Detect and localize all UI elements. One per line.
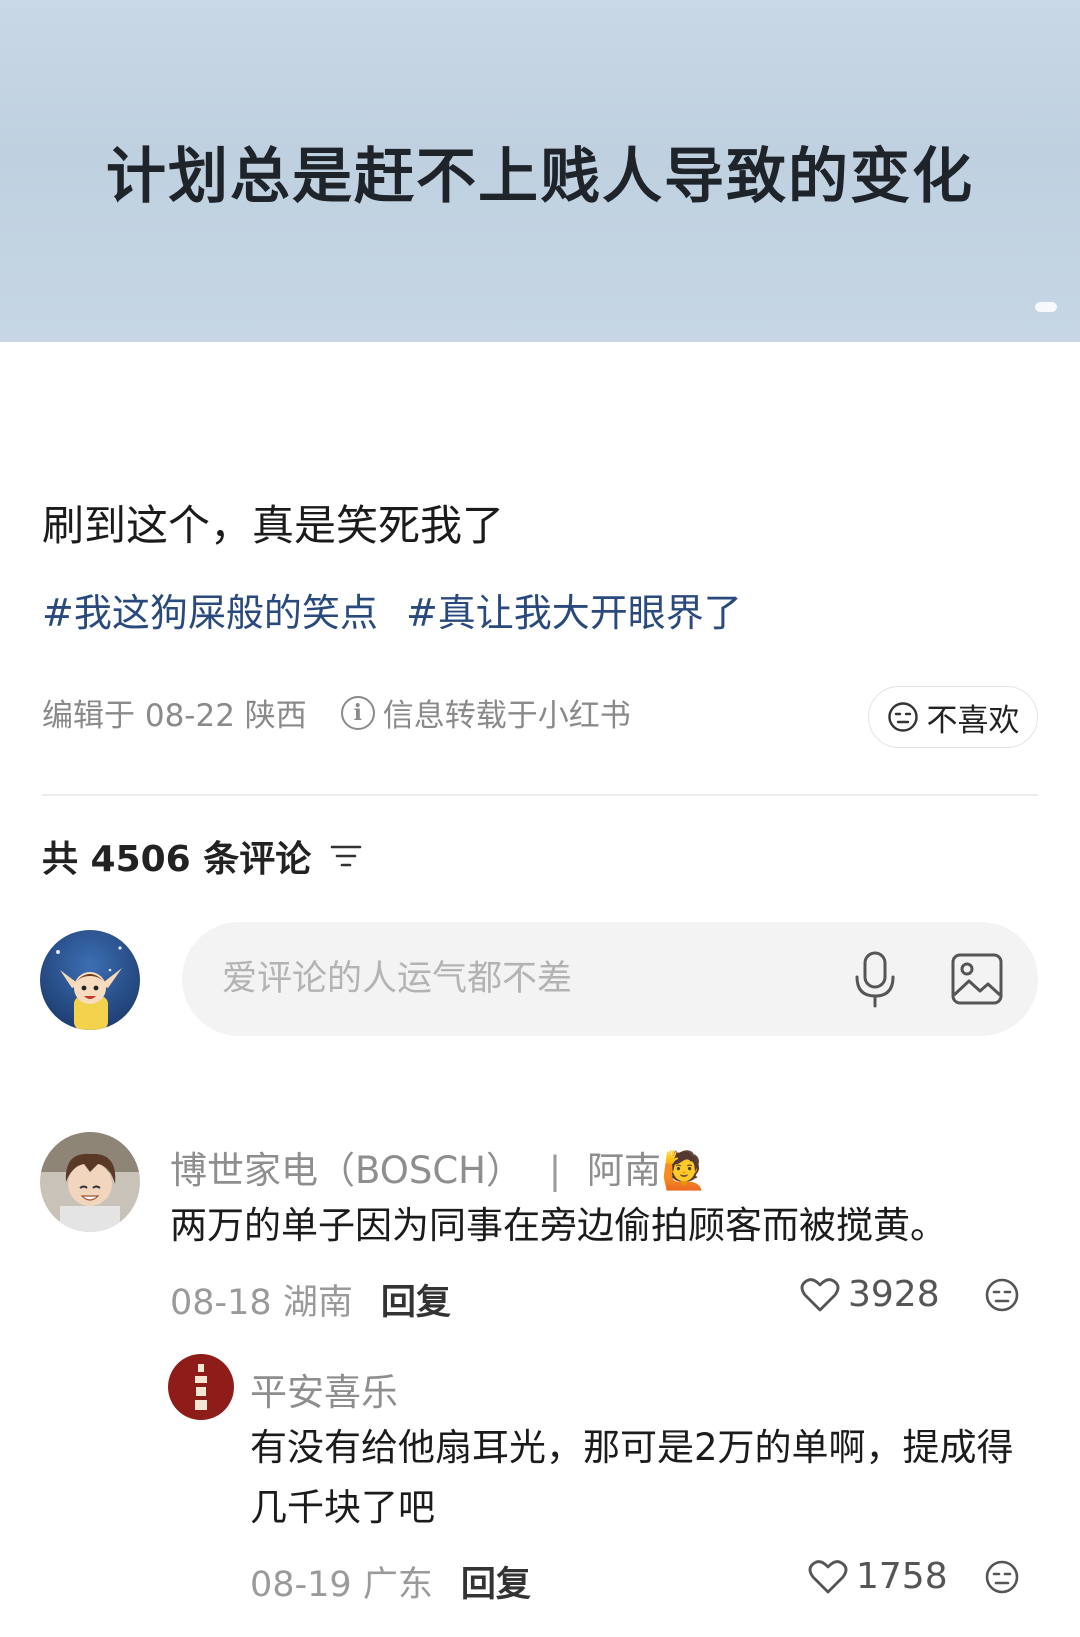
name-separator: |: [548, 1149, 562, 1192]
avatar-image: [40, 930, 140, 1030]
comment-date-location: 08-18 湖南: [170, 1283, 353, 1323]
reply-text: 有没有给他扇耳光，那可是2万的单啊，提成得几千块了吧: [250, 1426, 1014, 1529]
commenter-name[interactable]: 博世家电（BOSCH） | 阿南🙋: [170, 1140, 707, 1194]
dislike-label: 不喜欢: [926, 702, 1020, 739]
like-button[interactable]: 1758: [808, 1556, 948, 1597]
heart-icon: [800, 1277, 840, 1311]
dislike-comment-icon[interactable]: [984, 1277, 1020, 1313]
commenter-username[interactable]: 博世家电（BOSCH）: [170, 1149, 523, 1192]
dislike-comment-icon[interactable]: [984, 1559, 1020, 1595]
sort-filter-icon[interactable]: [329, 841, 363, 871]
like-count: 1758: [856, 1556, 948, 1597]
source-info[interactable]: 信息转载于小红书: [383, 690, 631, 735]
reply-button[interactable]: 回复: [381, 1274, 451, 1325]
comment-input[interactable]: [222, 959, 822, 999]
comment-meta: 08-18 湖南 回复: [170, 1274, 451, 1325]
watermark-icon: [1035, 302, 1057, 312]
hashtag-link[interactable]: #真让我大开眼界了: [406, 591, 742, 635]
replier-avatar[interactable]: [168, 1354, 234, 1420]
reply-meta: 08-19 广东 回复: [250, 1556, 531, 1607]
heart-icon: [808, 1559, 848, 1593]
dislike-button[interactable]: 不喜欢: [868, 686, 1038, 748]
info-icon[interactable]: i: [340, 695, 375, 730]
image-watermark: [1034, 301, 1058, 316]
comment-input-box[interactable]: [182, 922, 1038, 1036]
comment-count-header: 共 4506 条评论: [42, 830, 363, 882]
like-count: 3928: [848, 1274, 940, 1315]
comment-count: 共 4506 条评论: [42, 839, 312, 880]
reply-date-location: 08-19 广东: [250, 1565, 433, 1605]
commenter-avatar[interactable]: [40, 1132, 140, 1232]
divider: [42, 794, 1038, 796]
my-avatar[interactable]: [40, 930, 140, 1030]
replier-name[interactable]: 平安喜乐: [250, 1362, 398, 1416]
comment-text: 两万的单子因为同事在旁边偷拍顾客而被搅黄。: [170, 1204, 947, 1247]
meh-face-icon: [887, 702, 918, 732]
microphone-icon[interactable]: [852, 950, 898, 1008]
commenter-suffix: 阿南🙋: [587, 1149, 708, 1192]
hashtag-link[interactable]: #我这狗屎般的笑点: [42, 591, 378, 635]
like-button[interactable]: 3928: [800, 1274, 940, 1315]
avatar-image: [168, 1354, 234, 1420]
reply-button[interactable]: 回复: [461, 1556, 531, 1607]
post-meta: 编辑于 08-22 陕西 i 信息转载于小红书: [42, 690, 631, 735]
post-image[interactable]: 计划总是赶不上贱人导致的变化: [0, 0, 1080, 342]
post-text: 刷到这个，真是笑死我了: [42, 501, 505, 550]
image-upload-icon[interactable]: [950, 952, 1004, 1006]
image-caption: 计划总是赶不上贱人导致的变化: [106, 142, 974, 212]
avatar-image: [40, 1132, 140, 1232]
post-detail-page: 计划总是赶不上贱人导致的变化 刷到这个，真是笑死我了 #我这狗屎般的笑点 #真让…: [0, 0, 1080, 1637]
post-tags: #我这狗屎般的笑点 #真让我大开眼界了: [42, 582, 758, 637]
edit-info: 编辑于 08-22 陕西: [42, 698, 307, 734]
